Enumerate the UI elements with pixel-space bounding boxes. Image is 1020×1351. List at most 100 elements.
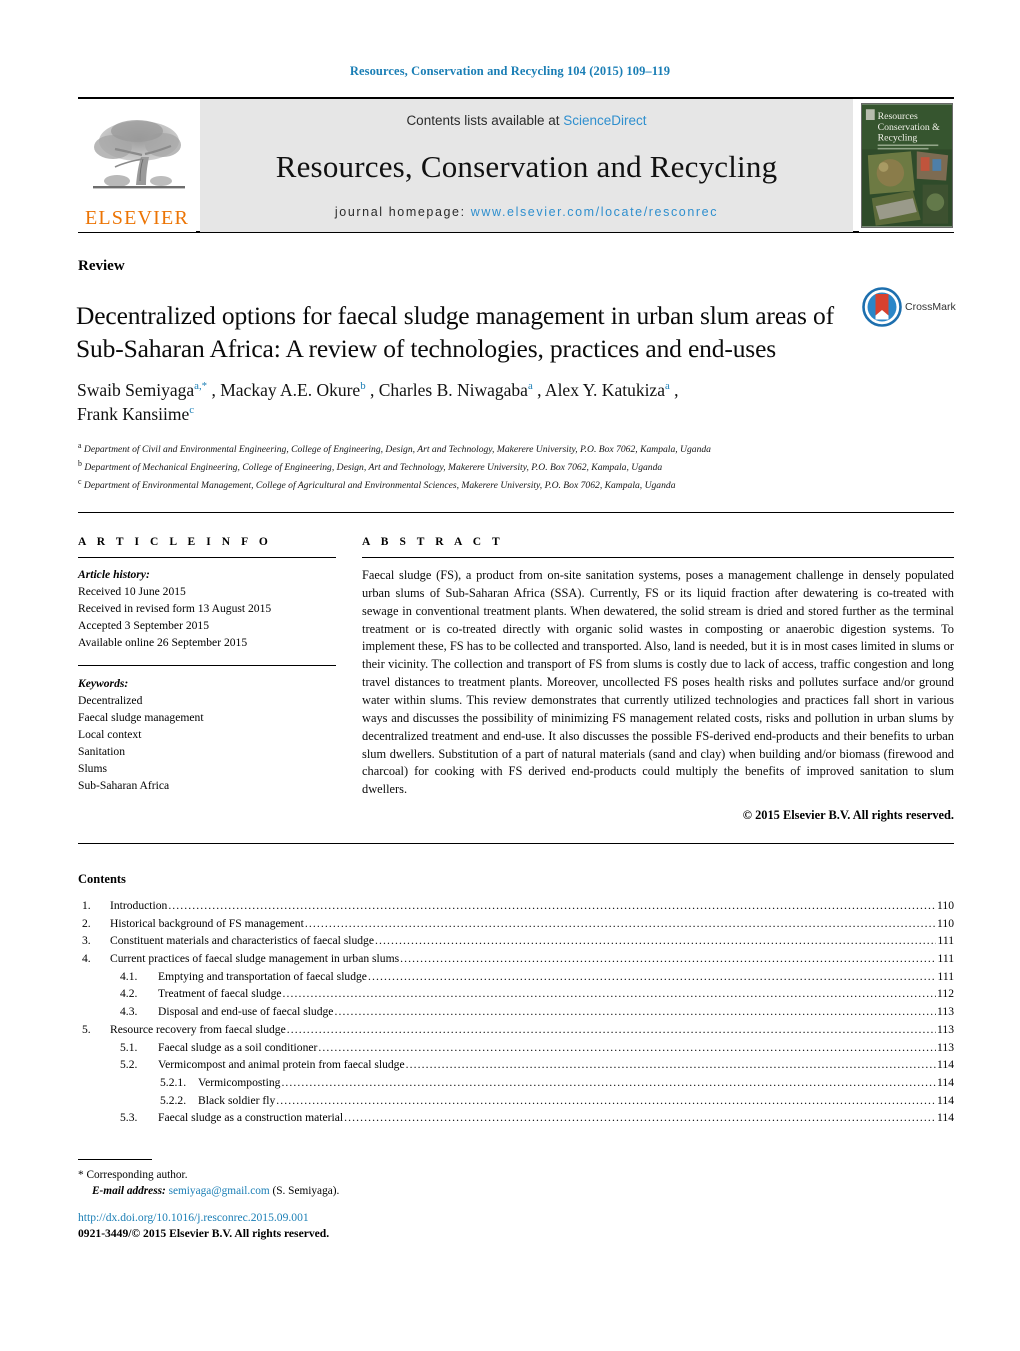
author-affiliation-marker: a (664, 380, 670, 393)
corresponding-author-footnote: * Corresponding author. E-mail address: … (78, 1167, 578, 1200)
divider-below-abstract (78, 843, 954, 844)
toc-dot-leader: ........................................… (334, 1006, 936, 1018)
toc-entry-number: 5.1. (120, 1040, 138, 1054)
keyword-item: Slums (78, 762, 107, 776)
toc-entry-label: Introduction (110, 899, 168, 912)
issn-copyright-line: 0921-3449/© 2015 Elsevier B.V. All right… (78, 1227, 330, 1241)
toc-entry[interactable]: 5.1. Faecal sludge as a soil conditioner … (78, 1040, 954, 1060)
toc-entry-number: 4.3. (120, 1005, 138, 1019)
sciencedirect-link[interactable]: ScienceDirect (563, 113, 646, 128)
author-name: , (674, 380, 679, 400)
article-history-item: Received in revised form 13 August 2015 (78, 602, 272, 616)
corresponding-author-marker: * (78, 1169, 84, 1181)
email-link[interactable]: semiyaga@gmail.com (169, 1185, 270, 1197)
toc-entry-page: 111 (937, 969, 954, 983)
article-history-item: Accepted 3 September 2015 (78, 619, 210, 633)
toc-dot-leader: ........................................… (168, 900, 937, 912)
author-affiliation-marker: c (189, 404, 195, 417)
journal-homepage-line: journal homepage: www.elsevier.com/locat… (335, 205, 718, 219)
article-type: Review (78, 258, 125, 274)
toc-entry[interactable]: 2. Historical background of FS management… (78, 918, 954, 936)
article-history-block: Article history: Received 10 June 2015 Re… (78, 566, 336, 651)
toc-entry-page: 110 (937, 916, 954, 930)
affiliation-item: c Department of Environmental Management… (78, 476, 878, 494)
toc-entry-number: 5. (82, 1022, 91, 1036)
toc-entry[interactable]: 5. Resource recovery from faecal sludge .… (78, 1024, 954, 1042)
doi-link[interactable]: http://dx.doi.org/10.1016/j.resconrec.20… (78, 1210, 678, 1226)
toc-entry-label: Resource recovery from faecal sludge (110, 1022, 286, 1036)
page-title: Decentralized options for faecal sludge … (76, 301, 834, 363)
author-affiliation-marker: a (527, 380, 533, 393)
toc-dot-leader: ........................................… (282, 988, 937, 1001)
journal-homepage-link[interactable]: www.elsevier.com/locate/resconrec (471, 205, 718, 219)
contents-available-prefix: Contents lists available at (406, 113, 564, 128)
toc-entry-number: 4. (82, 952, 91, 966)
journal-cover-thumbnail: Resources Conservation & Recycling (859, 99, 954, 232)
toc-entry-number: 2. (82, 916, 91, 930)
toc-dot-leader: ........................................… (344, 1112, 937, 1124)
author-list: Swaib Semiyagaa,* , Mackay A.E. Okureb ,… (77, 378, 867, 426)
toc-entry-label: Faecal sludge as a soil conditioner (158, 1040, 318, 1054)
journal-band: Contents lists available at ScienceDirec… (200, 99, 853, 232)
keyword-item: Faecal sludge management (78, 711, 204, 725)
toc-entry-number: 3. (82, 934, 91, 948)
toc-dot-leader: ........................................… (374, 935, 937, 947)
author-affiliation-marker: a,* (194, 380, 208, 393)
toc-entry-page: 113 (937, 1022, 954, 1036)
author-name: Swaib Semiyaga (77, 380, 195, 400)
journal-masthead: ELSEVIER Contents lists available at Sci… (78, 97, 954, 233)
toc-entry[interactable]: 3. Constituent materials and characterist… (78, 935, 954, 953)
elsevier-tree-icon (93, 120, 185, 189)
article-info-column: A R T I C L E I N F O Article history: R… (78, 536, 336, 794)
toc-entry[interactable]: 4.3. Disposal and end-use of faecal sludg… (78, 1006, 954, 1024)
toc-entry-label: Current practices of faecal sludge manag… (110, 952, 400, 966)
toc-entry-page: 112 (937, 987, 954, 1001)
affiliation-text: Department of Civil and Environmental En… (81, 444, 711, 456)
toc-entry[interactable]: 5.2.1. Vermicomposting ..................… (78, 1077, 954, 1095)
email-owner: (S. Semiyaga). (272, 1185, 340, 1198)
affiliation-item: b Department of Mechanical Engineering, … (78, 458, 878, 476)
article-info-heading: A R T I C L E I N F O (78, 536, 272, 548)
journal-cover-image: Resources Conservation & Recycling (860, 103, 953, 228)
elsevier-logo: ELSEVIER (78, 99, 196, 232)
toc-entry-page: 113 (937, 1005, 954, 1019)
toc-entry[interactable]: 4.1. Emptying and transportation of faeca… (78, 971, 954, 989)
author-name: Frank Kansiime (77, 404, 190, 425)
svg-text:Conservation &: Conservation & (877, 122, 940, 133)
toc-entry-page: 114 (937, 1111, 954, 1125)
crossmark-badge[interactable]: CrossMark (862, 282, 962, 332)
toc-entry[interactable]: 4. Current practices of faecal sludge man… (78, 953, 954, 971)
elsevier-wordmark: ELSEVIER (84, 207, 190, 229)
toc-dot-leader: ........................................… (367, 970, 937, 983)
toc-entry[interactable]: 5.2.2. Black soldier fly ................… (78, 1093, 954, 1113)
journal-homepage-prefix: journal homepage: (334, 205, 471, 219)
article-history-items: Received 10 June 2015 Received in revised… (78, 583, 336, 651)
keywords-label: Keywords: (78, 677, 129, 691)
toc-entry-page: 114 (937, 1093, 954, 1107)
divider-above-abstract (78, 512, 954, 513)
running-head: Resources, Conservation and Recycling 10… (349, 64, 671, 78)
toc-entry-number: 4.1. (120, 969, 138, 983)
author-line-1: Swaib Semiyagaa,* , Mackay A.E. Okureb ,… (77, 378, 867, 402)
toc-entry-label: Emptying and transportation of faecal sl… (158, 969, 367, 983)
affiliation-text: Department of Environmental Management, … (81, 479, 676, 491)
toc-entry[interactable]: 5.3. Faecal sludge as a construction mate… (78, 1112, 954, 1130)
toc-entry[interactable]: 5.2. Vermicompost and animal protein from… (78, 1059, 954, 1077)
toc-entry-page: 114 (937, 1075, 954, 1089)
toc-entry[interactable]: 1. Introduction .........................… (78, 900, 954, 918)
keyword-item: Sub-Saharan Africa (78, 779, 170, 793)
affiliation-item: a Department of Civil and Environmental … (78, 440, 878, 458)
author-name: , Charles B. Niwagaba (369, 380, 528, 400)
abstract-copyright: © 2015 Elsevier B.V. All rights reserved… (742, 808, 954, 823)
crossmark-icon (862, 287, 902, 327)
email-label: E-mail address: (92, 1185, 166, 1198)
table-of-contents: 1. Introduction .........................… (78, 900, 954, 1130)
crossmark-label: CrossMark (905, 301, 956, 313)
toc-entry-label: Faecal sludge as a construction material (158, 1111, 344, 1125)
keyword-item: Decentralized (78, 694, 143, 708)
keywords-items: Decentralized Faecal sludge management Loc… (78, 692, 336, 794)
toc-entry[interactable]: 4.2. Treatment of faecal sludge .........… (78, 988, 954, 1006)
toc-entry-label: Constituent materials and characteristic… (110, 934, 374, 948)
corresponding-author-text: Corresponding author. (86, 1169, 188, 1181)
abstract-heading: A B S T R A C T (362, 536, 504, 548)
